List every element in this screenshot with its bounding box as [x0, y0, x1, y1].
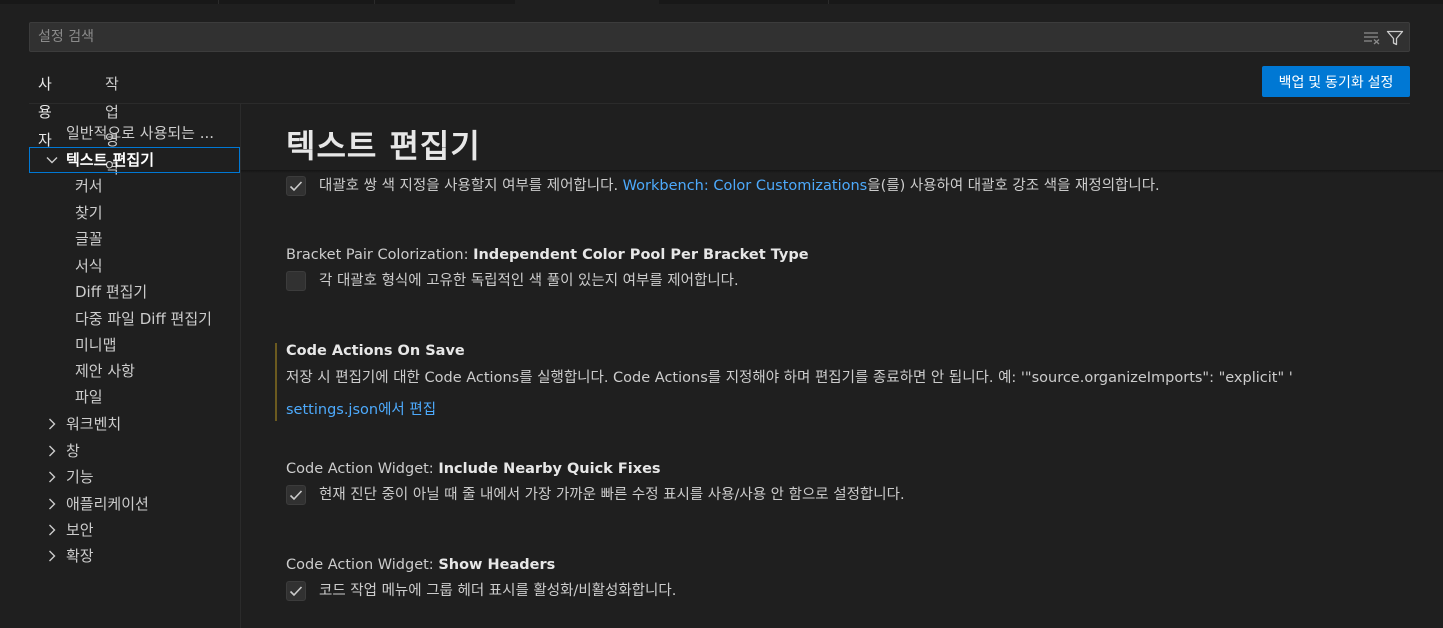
setting-category: Code Action Widget:: [286, 461, 439, 477]
toc-item-label: 워크벤치: [66, 415, 122, 433]
toc-item-find[interactable]: 찾기: [29, 200, 240, 226]
backup-sync-settings-button[interactable]: 백업 및 동기화 설정: [1262, 66, 1410, 97]
setting-title: Bracket Pair Colorization: Independent C…: [286, 245, 809, 265]
tabs-divider: [29, 103, 1410, 104]
setting-description: 저장 시 편집기에 대한 Code Actions를 실행합니다. Code A…: [286, 370, 1293, 386]
header-shadow: [241, 170, 1443, 173]
chevron-right-icon: [49, 418, 56, 430]
sidebar-divider: [240, 104, 241, 628]
setting-description: 현재 진단 중이 아닐 때 줄 내에서 가장 가까운 빠른 수정 표시를 사용/…: [319, 487, 905, 503]
toc-item-formatting[interactable]: 서식: [29, 253, 240, 279]
toc-item-label: 기능: [66, 468, 94, 486]
filter-icon[interactable]: [1385, 28, 1405, 48]
setting-description: 각 대괄호 형식에 고유한 독립적인 색 풀이 있는지 여부를 제어합니다.: [319, 273, 739, 289]
toc-item-security[interactable]: 보안: [29, 517, 240, 543]
setting-key: Code Actions On Save: [286, 343, 465, 359]
chevron-right-icon: [49, 471, 56, 483]
color-customizations-link[interactable]: Workbench: Color Customizations: [623, 178, 868, 194]
setting-description: 대괄호 쌍 색 지정을 사용할지 여부를 제어합니다. Workbench: C…: [319, 176, 1160, 196]
toc-item-label: 글꼴: [75, 230, 103, 248]
toc-item-extensions[interactable]: 확장: [29, 543, 240, 569]
section-title: 텍스트 편집기: [286, 127, 481, 165]
setting-independent-color-pool: Bracket Pair Colorization: Independent C…: [286, 245, 809, 295]
chevron-right-icon: [49, 445, 56, 457]
setting-description: 코드 작업 메뉴에 그룹 헤더 표시를 활성화/비활성화합니다.: [319, 583, 677, 599]
toc-item-commonly-used[interactable]: 일반적으로 사용되는 ...: [29, 120, 240, 146]
setting-title: Code Action Widget: Include Nearby Quick…: [286, 459, 661, 479]
settings-search-box: [29, 22, 1410, 52]
tab-user[interactable]: 사용자: [29, 70, 61, 149]
check-icon: [289, 181, 303, 192]
setting-code-actions-on-save: Code Actions On Save 저장 시 편집기에 대한 Code A…: [286, 341, 1293, 424]
setting-checkbox[interactable]: [286, 271, 306, 291]
toc-item-suggestions[interactable]: 제안 사항: [29, 358, 240, 384]
setting-key: Show Headers: [438, 557, 556, 573]
description-text: 대괄호 쌍 색 지정을 사용할지 여부를 제어합니다.: [319, 178, 623, 194]
setting-checkbox[interactable]: [286, 176, 306, 196]
toc-item-minimap[interactable]: 미니맵: [29, 332, 240, 358]
toc-item-window[interactable]: 창: [29, 438, 240, 464]
edit-in-settings-json-link[interactable]: settings.json에서 편집: [286, 400, 436, 420]
toc-item-label: 파일: [75, 388, 103, 406]
tab-separator: [374, 0, 375, 4]
toc-item-application[interactable]: 애플리케이션: [29, 491, 240, 517]
toc-item-label: 커서: [75, 177, 103, 195]
clear-filter-icon[interactable]: [1362, 28, 1382, 48]
modified-indicator: [275, 343, 277, 421]
tab-separator: [218, 0, 219, 4]
chevron-right-icon: [49, 550, 56, 562]
toc-item-label: Diff 편집기: [75, 283, 148, 301]
toc-item-features[interactable]: 기능: [29, 464, 240, 490]
tab-workspace[interactable]: 작업 영역: [96, 70, 128, 177]
toc-item-cursor[interactable]: 커서: [29, 173, 240, 199]
setting-show-headers: Code Action Widget: Show Headers 코드 작업 메…: [286, 555, 676, 605]
chevron-right-icon: [49, 498, 56, 510]
toc-item-font[interactable]: 글꼴: [29, 226, 240, 252]
toc-item-multi-file-diff-editor[interactable]: 다중 파일 Diff 편집기: [29, 306, 240, 332]
setting-title: Code Action Widget: Show Headers: [286, 555, 555, 575]
toc-item-files[interactable]: 파일: [29, 384, 240, 410]
setting-title: Code Actions On Save: [286, 341, 465, 361]
chevron-right-icon: [49, 524, 56, 536]
description-text: 을(를) 사용하여 대괄호 강조 색을 재정의합니다.: [867, 178, 1160, 194]
setting-category: Bracket Pair Colorization:: [286, 247, 474, 263]
toc-item-label: 제안 사항: [75, 362, 135, 380]
tab-separator: [828, 0, 829, 4]
toc-item-workbench[interactable]: 워크벤치: [29, 411, 240, 437]
toc-item-label: 확장: [66, 547, 94, 565]
setting-checkbox[interactable]: [286, 581, 306, 601]
setting-key: Include Nearby Quick Fixes: [438, 461, 661, 477]
toc-item-label: 미니맵: [75, 336, 117, 354]
toc-item-label: 텍스트 편집기: [66, 151, 155, 169]
chevron-down-icon: [46, 157, 58, 164]
setting-checkbox[interactable]: [286, 485, 306, 505]
check-icon: [289, 586, 303, 597]
toc-item-label: 창: [66, 442, 80, 460]
check-icon: [289, 490, 303, 501]
settings-search-input[interactable]: [30, 23, 1350, 51]
toc-item-label: 일반적으로 사용되는 ...: [66, 124, 215, 142]
toc-item-label: 찾기: [75, 204, 103, 222]
toc-item-label: 보안: [66, 521, 94, 539]
toc-item-text-editor[interactable]: 텍스트 편집기: [29, 147, 240, 173]
editor-tab-strip: [0, 0, 1443, 4]
toc-item-diff-editor[interactable]: Diff 편집기: [29, 279, 240, 305]
setting-key: Independent Color Pool Per Bracket Type: [473, 247, 809, 263]
toc-item-label: 다중 파일 Diff 편집기: [75, 310, 212, 328]
setting-category: Code Action Widget:: [286, 557, 439, 573]
active-editor-tab[interactable]: [515, 0, 659, 4]
toc-item-label: 애플리케이션: [66, 495, 149, 513]
setting-include-nearby-quick-fixes: Code Action Widget: Include Nearby Quick…: [286, 459, 905, 509]
toc-item-label: 서식: [75, 257, 103, 275]
